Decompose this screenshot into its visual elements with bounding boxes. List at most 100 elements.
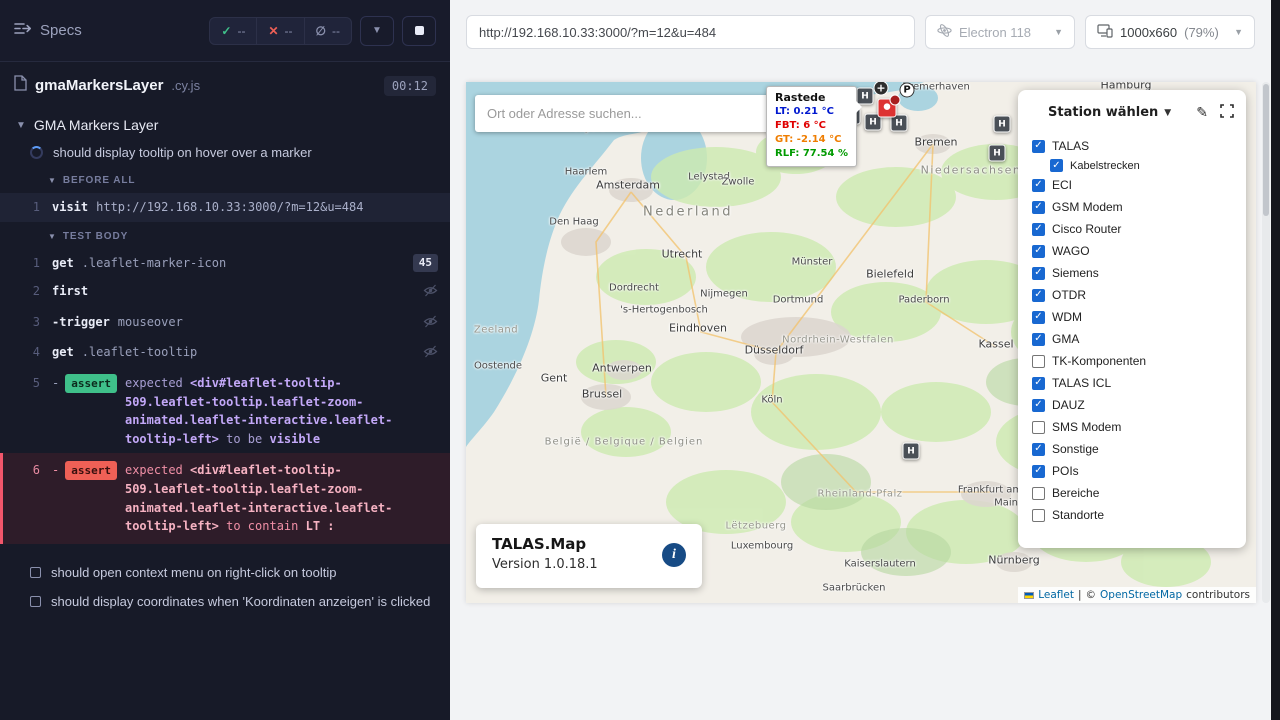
command-number: 6 [3,461,52,480]
station-select-label[interactable]: Station wählen [1048,105,1158,120]
suite-title: GMA Markers Layer [34,117,158,133]
checkbox-checked[interactable]: ✓ [1032,443,1045,456]
electron-icon [937,23,952,41]
station-filter-item[interactable]: ✓DAUZ [1032,394,1234,416]
station-filter-item[interactable]: ✓ GMA [1032,328,1234,350]
command-row[interactable]: 4get.leaflet-tooltip [0,338,450,369]
before-all-section[interactable]: ▼ BEFORE ALL [0,166,450,193]
tooltip-rows: LT: 0.21 °CFBT: 6 °CGT: -2.14 °CRLF: 77.… [775,105,848,161]
checkbox-checked[interactable]: ✓ [1050,159,1063,172]
spec-file-icon [14,75,27,96]
command-row[interactable]: 3-triggermouseover [0,308,450,339]
chevron-down-icon: ▼ [1234,27,1243,37]
edit-pencil-icon[interactable]: ✎ [1196,106,1208,120]
pending-test-row[interactable]: should display coordinates when 'Koordin… [0,587,450,616]
checkbox-checked[interactable]: ✓ [1032,377,1045,390]
scrollbar-thumb[interactable] [1263,84,1269,216]
parking-marker[interactable]: P [900,83,915,98]
command-row[interactable]: 6-assertexpected <div#leaflet-tooltip-50… [0,453,450,543]
info-icon[interactable]: i [662,543,686,567]
active-test-row[interactable]: should display tooltip on hover over a m… [0,139,450,166]
checkbox-unchecked[interactable] [1032,509,1045,522]
specs-label: Specs [40,22,82,39]
checkbox-checked[interactable]: ✓ [1032,245,1045,258]
station-filter-item[interactable]: Bereiche [1032,482,1234,504]
checkbox-checked[interactable]: ✓ [1032,311,1045,324]
station-filter-item[interactable]: ✓POIs [1032,460,1234,482]
station-filter-item[interactable]: ✓ TALAS ICL [1032,372,1234,394]
collapse-all-button[interactable]: ▼ [360,16,394,46]
leaflet-map[interactable]: BremerhavenHamburgBremenNiedersachsenFry… [466,82,1256,603]
vertical-scrollbar[interactable] [1262,82,1270,603]
command-row[interactable]: 2first [0,277,450,308]
test-body-section[interactable]: ▼ TEST BODY [0,222,450,249]
fullscreen-icon[interactable] [1220,104,1234,121]
stop-run-button[interactable] [402,16,436,46]
checkbox-checked[interactable]: ✓ [1032,465,1045,478]
checkbox-checked[interactable]: ✓ [1032,333,1045,346]
flag-icon [1024,592,1034,599]
pending-test-row[interactable]: should open context menu on right-click … [0,558,450,587]
alert-marker[interactable] [878,99,897,118]
station-filter-item[interactable]: ✓Sonstige [1032,438,1234,460]
command-row[interactable]: 5-assertexpected <div#leaflet-tooltip-50… [0,369,450,453]
specs-menu-button[interactable]: Specs [14,22,82,39]
child-command-dash: - [52,461,59,480]
station-marker[interactable]: H [903,443,920,460]
station-filter-item[interactable]: ✓ ECI [1032,174,1234,196]
reporter-header: Specs ✓-- ✕-- ∅-- ▼ [0,0,450,62]
viewport-selector[interactable]: 1000x660 (79%) ▼ [1085,15,1255,49]
checkbox-checked[interactable]: ✓ [1032,179,1045,192]
station-filter-item[interactable]: ✓Cisco Router [1032,218,1234,240]
checkbox-checked[interactable]: ✓ [1032,399,1045,412]
station-marker[interactable]: H [994,116,1011,133]
checkbox-checked[interactable]: ✓ [1032,289,1045,302]
station-filter-item[interactable]: SMS Modem [1032,416,1234,438]
station-filter-label: WAGO [1052,244,1090,258]
station-filter-label: TK-Komponenten [1052,354,1146,368]
station-filter-label: ECI [1052,178,1072,192]
command-method: -trigger [52,313,110,332]
station-filter-item[interactable]: ✓TALAS [1032,135,1234,157]
station-filter-item[interactable]: ✓ WAGO [1032,240,1234,262]
checkbox-checked[interactable]: ✓ [1032,223,1045,236]
station-filter-item[interactable]: ✓GSM Modem [1032,196,1234,218]
assert-pill: assert [65,374,117,393]
command-method: get [52,254,74,273]
checkbox-unchecked[interactable] [1032,355,1045,368]
station-filter-label: Standorte [1052,508,1104,522]
command-message: .leaflet-tooltip [82,343,198,362]
spec-header: gmaMarkersLayer .cy.js 00:12 [0,62,450,107]
leaflet-link[interactable]: Leaflet [1038,589,1074,601]
checkbox-checked[interactable]: ✓ [1032,201,1045,214]
chevron-down-icon[interactable]: ▼ [1164,108,1171,118]
station-filter-item[interactable]: ✓Siemens [1032,262,1234,284]
matched-elements-badge: 45 [413,254,438,272]
station-marker[interactable]: H [989,145,1006,162]
chevron-down-icon: ▼ [16,120,26,131]
checkbox-checked[interactable]: ✓ [1032,267,1045,280]
station-filter-item[interactable]: ✓Kabelstrecken [1050,157,1234,174]
map-search-input[interactable] [475,95,775,132]
command-number: 1 [0,198,52,217]
station-filter-item[interactable]: TK-Komponenten [1032,350,1234,372]
station-filter-item[interactable]: ✓WDM [1032,306,1234,328]
station-filter-label: TALAS ICL [1052,376,1111,390]
command-row[interactable]: 1get.leaflet-marker-icon45 [0,249,450,278]
station-filter-label: GMA [1052,332,1079,346]
command-number: 3 [0,313,52,332]
checkbox-checked[interactable]: ✓ [1032,140,1045,153]
station-filter-item[interactable]: Standorte [1032,504,1234,526]
suite-row[interactable]: ▼ GMA Markers Layer [0,107,450,139]
tooltip-sensor-row: GT: -2.14 °C [775,133,848,147]
browser-selector[interactable]: Electron 118 ▼ [925,15,1075,49]
test-stats: ✓-- ✕-- ∅-- [209,17,352,45]
command-number: 4 [0,343,52,362]
checkbox-unchecked[interactable] [1032,421,1045,434]
osm-link[interactable]: OpenStreetMap [1100,589,1182,601]
active-test-title: should display tooltip on hover over a m… [53,145,312,160]
checkbox-unchecked[interactable] [1032,487,1045,500]
command-row[interactable]: 1visithttp://192.168.10.33:3000/?m=12&u=… [0,193,450,222]
station-filter-item[interactable]: ✓OTDR [1032,284,1234,306]
url-bar[interactable] [466,15,915,49]
